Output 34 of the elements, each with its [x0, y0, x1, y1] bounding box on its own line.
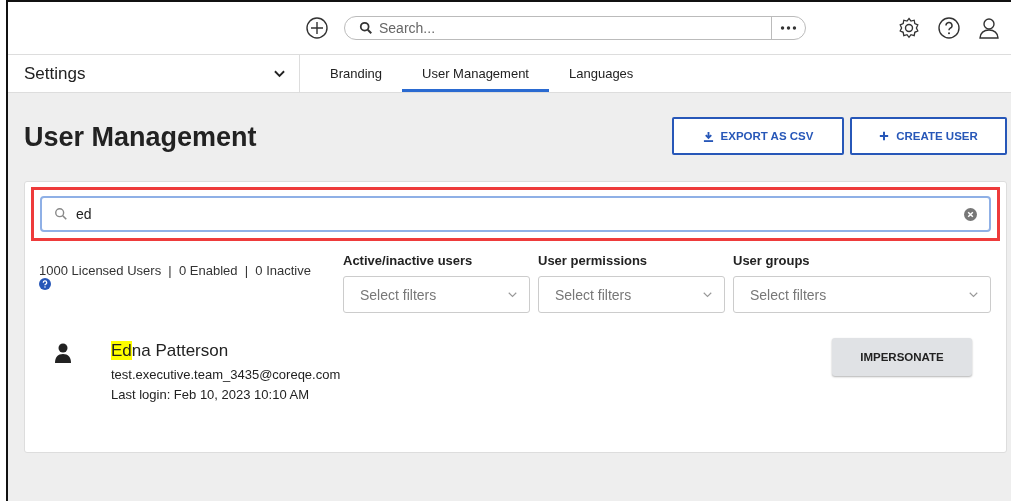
- filter-select[interactable]: Select filters: [733, 276, 991, 313]
- chevron-icon: [274, 69, 285, 78]
- user-icon[interactable]: [977, 16, 1001, 40]
- chevron-icon: [508, 291, 517, 298]
- person-icon: [55, 343, 71, 363]
- search-icon: [359, 21, 373, 35]
- settings-icon[interactable]: [897, 16, 921, 40]
- user-search-field[interactable]: ed: [40, 196, 991, 232]
- help-icon[interactable]: [39, 278, 51, 290]
- clear-icon[interactable]: [964, 207, 977, 221]
- user-name[interactable]: Edna Patterson: [111, 341, 832, 361]
- plus-icon: [879, 131, 890, 141]
- add-icon[interactable]: [305, 16, 329, 40]
- user-counts: 1000 Licensed Users | 0 Enabled | 0 Inactive: [39, 263, 312, 278]
- filter-label: Active/inactive users: [343, 253, 474, 268]
- chevron-icon: [703, 291, 712, 298]
- settings-dropdown[interactable]: Settings: [8, 55, 300, 92]
- nav-tab[interactable]: User Management: [402, 58, 549, 92]
- search-icon: [54, 207, 68, 221]
- nav-tab[interactable]: Branding: [310, 58, 403, 92]
- export-button[interactable]: EXPORT AS CSV: [672, 117, 844, 155]
- nav-tab[interactable]: Languages: [549, 58, 654, 92]
- last-login: Last login: Feb 10, 2023 10:10 AM: [111, 387, 311, 402]
- page-title: User Management: [24, 121, 257, 153]
- filter-label: User permissions: [538, 253, 649, 268]
- filter-label: User groups: [733, 253, 811, 268]
- user-email: test.executive.team_3435@coreqe.com: [111, 367, 342, 382]
- download-icon: [702, 130, 714, 142]
- help-icon[interactable]: [937, 16, 961, 40]
- filter-select[interactable]: Select filters: [538, 276, 725, 313]
- chevron-icon: [969, 291, 978, 298]
- impersonate-button[interactable]: IMPERSONATE: [832, 338, 972, 376]
- filter-select[interactable]: Select filters: [343, 276, 530, 313]
- create-button[interactable]: CREATE USER: [850, 117, 1007, 155]
